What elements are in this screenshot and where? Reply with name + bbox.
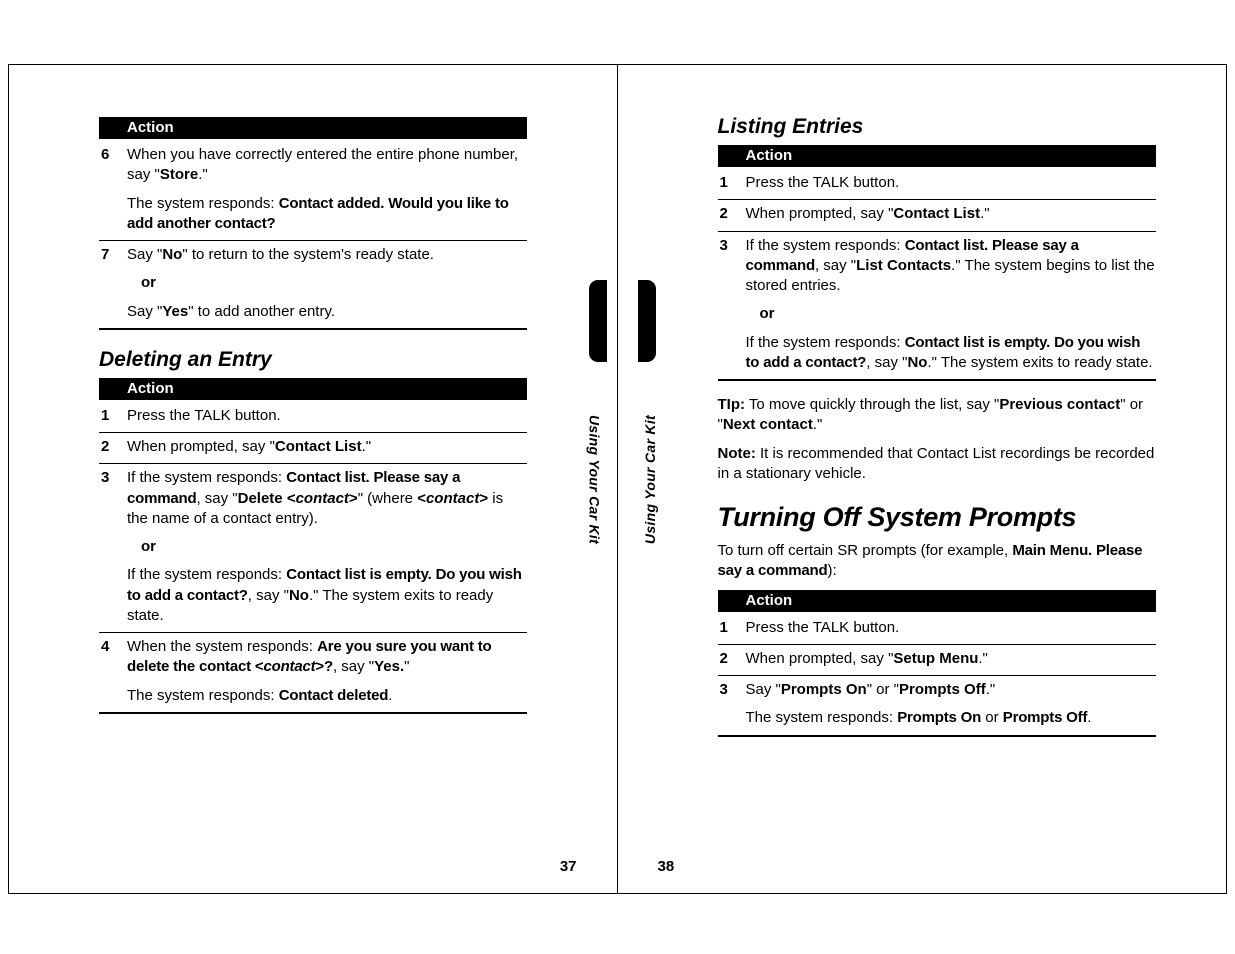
spread: Using Your Car Kit Action 6When you have… xyxy=(8,64,1227,894)
subheading-listing: Listing Entries xyxy=(718,115,1157,139)
action-table: 1Press the TALK button.2When prompted, s… xyxy=(718,614,1157,735)
action-header: Action xyxy=(99,378,527,400)
step-text: When prompted, say "Contact List." xyxy=(127,437,527,457)
step-number: 3 xyxy=(99,468,127,626)
step-text: Press the TALK button. xyxy=(746,173,1157,193)
step-text: Say "Prompts On" or "Prompts Off."The sy… xyxy=(746,680,1157,729)
table-row: 7Say "No" to return to the system's read… xyxy=(99,240,527,328)
action-header: Action xyxy=(99,117,527,139)
step-number: 3 xyxy=(718,236,746,374)
step-number: 2 xyxy=(718,649,746,669)
table-row: 3Say "Prompts On" or "Prompts Off."The s… xyxy=(718,675,1157,735)
heading-turning-off: Turning Off System Prompts xyxy=(718,502,1157,533)
step-text: Press the TALK button. xyxy=(127,406,527,426)
table-row: 2When prompted, say "Contact List." xyxy=(99,432,527,463)
table-row: 6When you have correctly entered the ent… xyxy=(99,141,527,240)
action-header: Action xyxy=(718,590,1157,612)
spine-label: Using Your Car Kit xyxy=(642,415,658,544)
page-number: 37 xyxy=(560,858,577,875)
subheading-deleting: Deleting an Entry xyxy=(99,348,527,372)
action-header: Action xyxy=(718,145,1157,167)
table-row: 2When prompted, say "Setup Menu." xyxy=(718,644,1157,675)
intro-text: To turn off certain SR prompts (for exam… xyxy=(718,541,1157,582)
spine-label: Using Your Car Kit xyxy=(587,415,603,544)
page-number: 38 xyxy=(658,858,675,875)
step-text: Press the TALK button. xyxy=(746,618,1157,638)
table-rule xyxy=(718,735,1157,737)
step-number: 7 xyxy=(99,245,127,322)
table-row: 1Press the TALK button. xyxy=(718,169,1157,199)
action-table: 1Press the TALK button.2When prompted, s… xyxy=(718,169,1157,379)
table-row: 3If the system responds: Contact list. P… xyxy=(99,463,527,632)
page-right: Using Your Car Kit Listing Entries Actio… xyxy=(618,65,1227,893)
step-text: When you have correctly entered the enti… xyxy=(127,145,527,234)
action-table: 6When you have correctly entered the ent… xyxy=(99,141,527,328)
table-row: 1Press the TALK button. xyxy=(718,614,1157,644)
step-text: If the system responds: Contact list. Pl… xyxy=(746,236,1157,374)
table-row: 4When the system responds: Are you sure … xyxy=(99,632,527,712)
step-number: 3 xyxy=(718,680,746,729)
step-number: 1 xyxy=(718,618,746,638)
action-table: 1Press the TALK button.2When prompted, s… xyxy=(99,402,527,712)
table-rule xyxy=(99,328,527,330)
table-rule xyxy=(718,379,1157,381)
thumb-tab xyxy=(638,280,656,362)
table-row: 2When prompted, say "Contact List." xyxy=(718,199,1157,230)
step-number: 4 xyxy=(99,637,127,706)
step-number: 1 xyxy=(99,406,127,426)
step-text: When prompted, say "Setup Menu." xyxy=(746,649,1157,669)
step-text: If the system responds: Contact list. Pl… xyxy=(127,468,527,626)
step-text: Say "No" to return to the system's ready… xyxy=(127,245,527,322)
step-number: 2 xyxy=(718,204,746,224)
table-rule xyxy=(99,712,527,714)
step-number: 1 xyxy=(718,173,746,193)
note-text: Note: It is recommended that Contact Lis… xyxy=(718,444,1157,485)
tip-text: TIp: To move quickly through the list, s… xyxy=(718,395,1157,436)
thumb-tab xyxy=(589,280,607,362)
step-text: When prompted, say "Contact List." xyxy=(746,204,1157,224)
step-number: 6 xyxy=(99,145,127,234)
step-text: When the system responds: Are you sure y… xyxy=(127,637,527,706)
step-number: 2 xyxy=(99,437,127,457)
page-left: Using Your Car Kit Action 6When you have… xyxy=(9,65,618,893)
table-row: 1Press the TALK button. xyxy=(99,402,527,432)
table-row: 3If the system responds: Contact list. P… xyxy=(718,231,1157,380)
